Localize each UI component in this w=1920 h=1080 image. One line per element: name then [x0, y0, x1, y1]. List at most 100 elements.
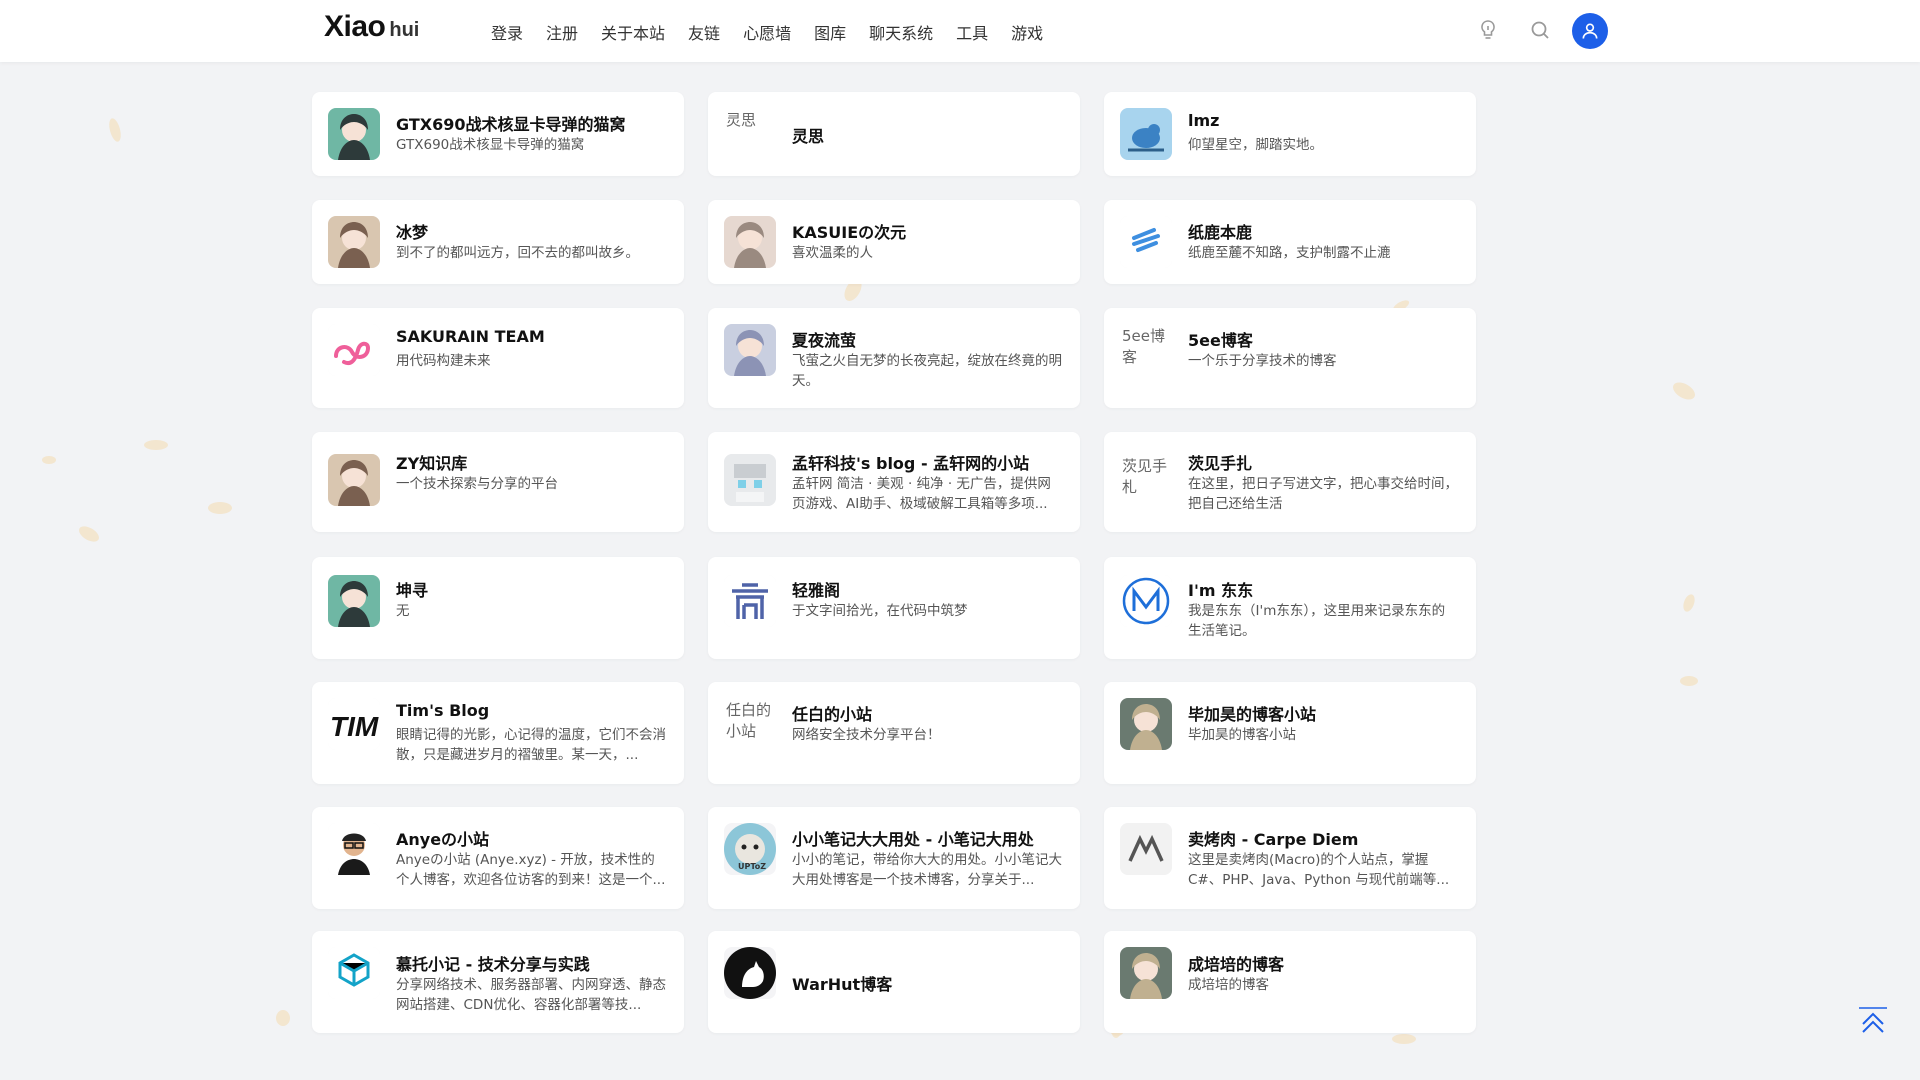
card-title[interactable]: GTX690战术核显卡导弹的猫窝	[396, 111, 668, 135]
card-title[interactable]: 慕托小记 - 技术分享与实践	[396, 951, 668, 975]
nav-chat[interactable]: 聊天系统	[869, 20, 933, 44]
search-icon[interactable]	[1528, 18, 1552, 42]
friend-link-card[interactable]: 孟轩科技's blog - 孟轩网的小站 孟轩网 简洁 · 美观 · 纯净 · 无…	[708, 432, 1080, 532]
card-title[interactable]: 毕加昊的博客小站	[1188, 701, 1460, 725]
anime-girl-icon	[1120, 698, 1172, 750]
card-description: 小小的笔记，带给你大大的用处。小小笔记大大用处博客是一个技术博客，分享关于...	[792, 852, 1062, 888]
friend-link-card[interactable]: UPToZ 小小笔记大大用处 - 小笔记大用处 小小的笔记，带给你大大的用处。小小笔…	[708, 807, 1080, 909]
theme-toggle-icon[interactable]	[1476, 18, 1500, 42]
friend-link-card[interactable]: 纸鹿本鹿 纸鹿至麓不知路，支护制露不止漉	[1104, 200, 1476, 284]
nav-login[interactable]: 登录	[491, 20, 523, 44]
card-title[interactable]: 夏夜流萤	[792, 327, 1064, 351]
friend-link-card[interactable]: KASUIEの次元喜欢温柔的人	[708, 200, 1080, 284]
friend-link-card[interactable]: GTX690战术核显卡导弹的猫窝 GTX690战术核显卡导弹的猫窝	[312, 92, 684, 176]
card-title[interactable]: 孟轩科技's blog - 孟轩网的小站	[792, 450, 1064, 474]
card-description: 眼睛记得的光影，心记得的温度，它们不会消散，只是藏进岁月的褶皱里。某一天，...	[396, 727, 666, 763]
anime-girl-icon	[328, 108, 380, 160]
card-description: 喜欢温柔的人	[792, 245, 873, 261]
broken-image-icon: 任白的小站	[724, 698, 776, 750]
anime-girl-icon	[724, 216, 776, 268]
pavilion-icon	[724, 575, 776, 627]
friend-link-card[interactable]: Anyeの小站 Anyeの小站 (Anye.xyz) - 开放，技术性的个人博客，…	[312, 807, 684, 909]
card-description: 一个技术探索与分享的平台	[396, 476, 558, 492]
friend-link-card[interactable]: TIM Tim's Blog 眼睛记得的光影，心记得的温度，它们不会消散，只是藏进岁…	[312, 682, 684, 784]
user-avatar-button[interactable]	[1572, 13, 1608, 49]
tim-logo-icon: TIM	[328, 698, 380, 750]
m-logo-icon	[1120, 575, 1172, 627]
user-icon	[1582, 23, 1598, 39]
friend-link-card[interactable]: 5ee博客 5ee博客 一个乐于分享技术的博客	[1104, 308, 1476, 408]
card-title[interactable]: Tim's Blog	[396, 701, 668, 720]
animal-avatar-icon: UPToZ	[724, 823, 776, 875]
card-title[interactable]: 成培培的博客	[1188, 951, 1460, 975]
card-title[interactable]: ZY知识库	[396, 450, 668, 474]
cat-silhouette-icon	[724, 947, 776, 999]
card-description: 毕加昊的博客小站	[1188, 727, 1296, 743]
logo-main-text: Xiao	[324, 10, 386, 43]
friend-link-card[interactable]: 成培培的博客 成培培的博客	[1104, 931, 1476, 1033]
card-title[interactable]: SAKURAIN TEAM	[396, 327, 668, 346]
bird-icon	[1120, 108, 1172, 160]
card-title[interactable]: I'm 东东	[1188, 577, 1460, 601]
card-description: 成培培的博客	[1188, 977, 1269, 993]
friend-link-card[interactable]: 茨见手札 茨见手扎 在这里，把日子写进文字，把心事交给时间，把自己还给生活	[1104, 432, 1476, 532]
nav-register[interactable]: 注册	[546, 20, 578, 44]
site-logo[interactable]: Xiao hui	[324, 10, 419, 44]
card-description: 在这里，把日子写进文字，把心事交给时间，把自己还给生活	[1188, 476, 1458, 512]
card-description: 孟轩网 简洁 · 美观 · 纯净 · 无广告，提供网页游戏、AI助手、极域破解工…	[792, 476, 1051, 512]
card-title[interactable]: lmz	[1188, 111, 1460, 130]
top-navbar: Xiao hui 登录 注册 关于本站 友链 心愿墙 图库 聊天系统 工具 游戏	[0, 0, 1920, 62]
nav-tools[interactable]: 工具	[956, 20, 988, 44]
friend-link-card[interactable]: 坤寻无	[312, 557, 684, 659]
nav-friend-links[interactable]: 友链	[688, 20, 720, 44]
nav-wish-wall[interactable]: 心愿墙	[743, 20, 791, 44]
nav-games[interactable]: 游戏	[1011, 20, 1043, 44]
friend-link-card[interactable]: 夏夜流萤 飞萤之火自无梦的长夜亮起，绽放在终竟的明天。	[708, 308, 1080, 408]
back-to-top-button[interactable]	[1855, 1002, 1891, 1038]
card-title[interactable]: WarHut博客	[792, 971, 1064, 995]
svg-text:UPToZ: UPToZ	[738, 862, 766, 871]
m-mark-icon	[1120, 823, 1172, 875]
card-title[interactable]: 茨见手扎	[1188, 450, 1460, 474]
card-title[interactable]: 小小笔记大大用处 - 小笔记大用处	[792, 826, 1064, 850]
friend-link-card[interactable]: WarHut博客	[708, 931, 1080, 1033]
broken-image-icon: 茨见手札	[1120, 454, 1172, 506]
friend-link-card[interactable]: ZY知识库一个技术探索与分享的平台	[312, 432, 684, 532]
anime-girl-icon	[328, 575, 380, 627]
card-title[interactable]: Anyeの小站	[396, 826, 668, 850]
anime-girl-icon	[1120, 947, 1172, 999]
friend-link-card[interactable]: 毕加昊的博客小站 毕加昊的博客小站	[1104, 682, 1476, 784]
card-title[interactable]: 卖烤肉 - Carpe Diem	[1188, 826, 1460, 850]
card-title[interactable]: 任白的小站	[792, 701, 1064, 725]
card-description: 分享网络技术、服务器部署、内网穿透、静态网站搭建、CDN优化、容器化部署等技..…	[396, 977, 666, 1013]
card-title[interactable]: 5ee博客	[1188, 327, 1460, 351]
friend-link-card[interactable]: lmz 仰望星空，脚踏实地。	[1104, 92, 1476, 176]
card-description: 仰望星空，脚踏实地。	[1188, 137, 1323, 153]
card-description: 无	[396, 603, 410, 619]
nav-gallery[interactable]: 图库	[814, 20, 846, 44]
image-alt-text: 5ee博客	[1120, 324, 1172, 376]
card-title[interactable]: 灵思	[792, 123, 1064, 147]
friend-link-card[interactable]: 灵思 灵思	[708, 92, 1080, 176]
friend-link-card[interactable]: 慕托小记 - 技术分享与实践 分享网络技术、服务器部署、内网穿透、静态网站搭建、C…	[312, 931, 684, 1033]
anime-girl-icon	[328, 454, 380, 506]
friend-link-card[interactable]: SAKURAIN TEAM 用代码构建未来	[312, 308, 684, 408]
friend-link-card[interactable]: 轻雅阁 于文字间拾光，在代码中筑梦	[708, 557, 1080, 659]
image-alt-text: 灵思	[724, 108, 776, 160]
friend-link-card[interactable]: 冰梦 到不了的都叫远方，回不去的都叫故乡。	[312, 200, 684, 284]
card-title[interactable]: 坤寻	[396, 577, 668, 601]
friend-link-card[interactable]: I'm 东东 我是东东（I'm东东），这里用来记录东东的生活笔记。	[1104, 557, 1476, 659]
friend-link-card[interactable]: 卖烤肉 - Carpe Diem 这里是卖烤肉(Macro)的个人站点，掌握 C#…	[1104, 807, 1476, 909]
card-title[interactable]: KASUIEの次元	[792, 219, 1064, 243]
card-description: 用代码构建未来	[396, 353, 491, 369]
card-title[interactable]: 纸鹿本鹿	[1188, 219, 1460, 243]
logo-sub-text: hui	[389, 19, 420, 41]
friend-link-card[interactable]: 任白的小站 任白的小站 网络安全技术分享平台！	[708, 682, 1080, 784]
card-title[interactable]: 轻雅阁	[792, 577, 1064, 601]
cube-logo-icon	[328, 947, 380, 999]
card-title[interactable]: 冰梦	[396, 219, 668, 243]
nav-about[interactable]: 关于本站	[601, 20, 665, 44]
friend-links-grid: GTX690战术核显卡导弹的猫窝 GTX690战术核显卡导弹的猫窝 灵思 灵思 lmz 仰…	[0, 0, 1920, 1080]
main-nav: 登录 注册 关于本站 友链 心愿墙 图库 聊天系统 工具 游戏	[491, 20, 1066, 44]
anime-girl-icon	[724, 324, 776, 376]
